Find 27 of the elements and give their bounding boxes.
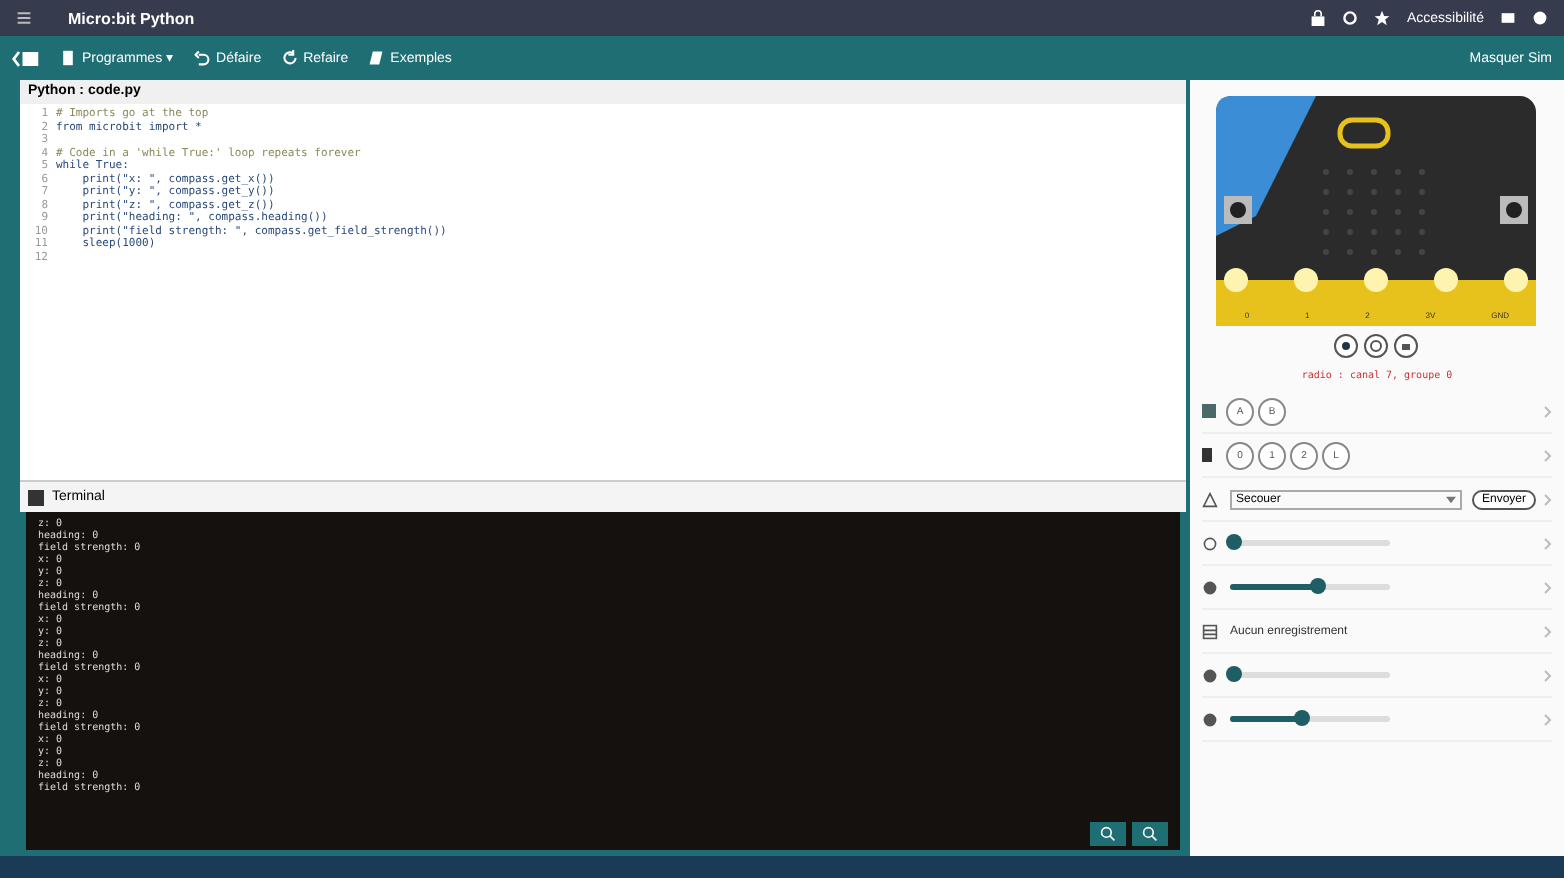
- slider-thumb[interactable]: [1293, 710, 1310, 726]
- restart-button[interactable]: [1364, 334, 1389, 358]
- window-title: Micro:bit Python: [68, 9, 195, 27]
- slider-thumb[interactable]: [1226, 666, 1243, 682]
- lock-icon[interactable]: [1310, 10, 1327, 26]
- back-icon[interactable]: [12, 49, 40, 67]
- stop-button[interactable]: [1334, 334, 1359, 358]
- mute-button[interactable]: [1394, 334, 1419, 358]
- flag-icon[interactable]: [1500, 10, 1516, 26]
- button-sensor-icon: [1201, 404, 1216, 418]
- redo-icon: [281, 50, 298, 66]
- slider-thumb[interactable]: [1225, 534, 1242, 550]
- zoom-in-button[interactable]: [1089, 822, 1126, 846]
- star-icon[interactable]: [1374, 10, 1391, 26]
- magnifier-icon: [1141, 826, 1158, 842]
- pin-sensor-icon: [1201, 448, 1212, 462]
- menu-icon[interactable]: [16, 10, 32, 26]
- gesture-icon: [1201, 491, 1218, 507]
- caret-icon: [1445, 495, 1456, 503]
- file-icon: [60, 50, 76, 66]
- magnifier-icon: [1099, 826, 1116, 842]
- undo-icon: [194, 50, 211, 66]
- terminal-icon: [28, 489, 44, 505]
- slider-thumb[interactable]: [1309, 578, 1326, 594]
- book-icon: [368, 50, 385, 66]
- zoom-out-button[interactable]: [1131, 822, 1168, 846]
- data-log-icon: [1201, 623, 1218, 639]
